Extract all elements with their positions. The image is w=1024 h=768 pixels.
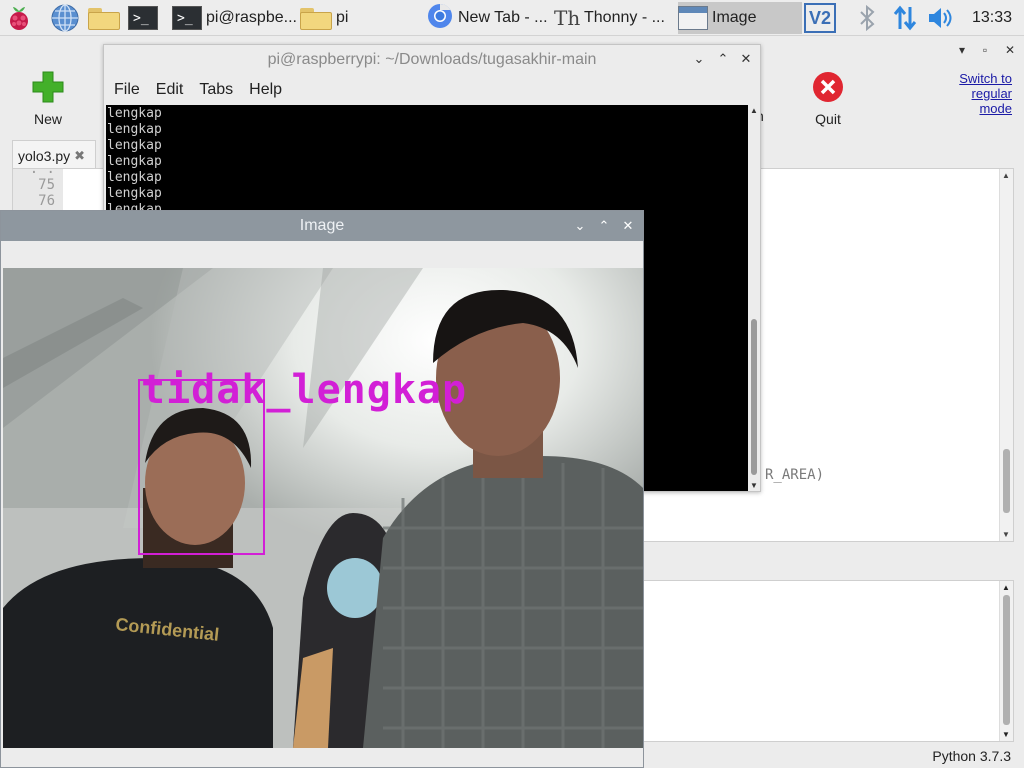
close-icon[interactable]: ✕ — [737, 51, 755, 67]
vnc-icon: V2 — [804, 3, 836, 33]
quit-label: Quit — [815, 111, 841, 127]
window-title: pi@raspberrypi: ~/Downloads/tugasakhir-m… — [267, 51, 597, 68]
terminal-launcher[interactable]: >_ — [128, 2, 158, 34]
interpreter-status[interactable]: Python 3.7.3 — [932, 748, 1011, 764]
task-browser[interactable]: New Tab - ... — [426, 2, 548, 34]
scroll-thumb[interactable] — [1003, 595, 1010, 725]
vnc-button[interactable]: V2 — [804, 2, 836, 34]
terminal-titlebar[interactable]: pi@raspberrypi: ~/Downloads/tugasakhir-m… — [104, 45, 760, 75]
task-folder[interactable]: pi — [300, 2, 422, 34]
quit-button[interactable]: Quit — [800, 70, 856, 130]
task-label: New Tab - ... — [458, 9, 548, 26]
image-titlebar[interactable]: Image ⌄ ⌃ ✕ — [1, 211, 643, 241]
file-manager-launcher[interactable] — [88, 2, 120, 34]
task-label: Thonny - ... — [584, 9, 665, 26]
switch-mode-link[interactable]: Switch to regular mode — [950, 71, 1012, 116]
window-title: Image — [299, 217, 345, 234]
terminal-line: lengkap — [107, 106, 162, 121]
thonny-window-controls: ▾ ▫ ✕ — [950, 40, 1024, 60]
tab-label: yolo3.py — [18, 147, 71, 164]
scroll-up-icon[interactable]: ▲ — [1002, 171, 1010, 180]
terminal-icon: >_ — [128, 6, 158, 30]
new-button[interactable]: New — [18, 70, 78, 130]
chromium-icon — [426, 2, 454, 34]
web-browser-launcher[interactable] — [50, 2, 80, 34]
task-label: pi@raspbe... — [206, 9, 297, 26]
plus-icon — [32, 71, 64, 103]
menu-help[interactable]: Help — [249, 81, 282, 99]
status-bar: Python 3.7.3 — [640, 744, 1024, 768]
camera-scene: Confidential — [3, 268, 643, 748]
file-manager-icon — [88, 6, 120, 30]
detection-label: tidak_lengkap — [141, 367, 468, 413]
shell-scrollbar[interactable]: ▲ ▼ — [999, 581, 1013, 741]
raspberry-menu-icon — [4, 3, 34, 33]
terminal-line: lengkap — [107, 170, 162, 185]
volume-button[interactable] — [926, 2, 956, 34]
task-thonny[interactable]: Th Thonny - ... — [554, 2, 674, 34]
chevron-up-icon[interactable]: ⌃ — [595, 218, 613, 234]
python-shell[interactable]: ▲ ▼ — [640, 580, 1014, 742]
terminal-line: lengkap — [107, 138, 162, 153]
close-icon[interactable]: ✕ — [619, 218, 637, 234]
close-icon[interactable]: ✖ — [74, 148, 85, 164]
taskbar: >_ >_ pi@raspbe... pi New Tab - ... Th T… — [0, 0, 1024, 36]
terminal-menubar: File Edit Tabs Help — [104, 75, 760, 105]
task-label: pi — [336, 9, 349, 26]
menu-edit[interactable]: Edit — [156, 81, 184, 99]
scroll-down-icon[interactable]: ▼ — [750, 481, 758, 490]
chevron-up-icon[interactable]: ⌃ — [714, 51, 732, 67]
task-terminal[interactable]: >_ pi@raspbe... — [172, 2, 298, 34]
code-fragment: R_AREA) — [765, 467, 825, 483]
quit-icon — [813, 72, 843, 102]
chevron-down-icon[interactable]: ⌄ — [690, 51, 708, 67]
menu-file[interactable]: File — [114, 81, 140, 99]
menu-tabs[interactable]: Tabs — [199, 81, 233, 99]
raspberry-menu-button[interactable] — [4, 2, 34, 34]
terminal-line: lengkap — [107, 122, 162, 137]
thonny-icon: Th — [554, 6, 581, 30]
web-browser-icon — [50, 3, 80, 33]
camera-frame: Confidential tidak_lengkap — [3, 268, 643, 748]
task-image[interactable]: Image — [678, 2, 802, 34]
task-label: Image — [712, 9, 757, 26]
image-window-icon — [678, 6, 708, 30]
network-button[interactable] — [890, 2, 920, 34]
image-window: Image ⌄ ⌃ ✕ Confidential tidak_lengkap — [0, 210, 644, 768]
clock[interactable]: 13:33 — [960, 0, 1024, 36]
line-number: 76 — [38, 193, 55, 209]
terminal-line: lengkap — [107, 154, 162, 169]
scroll-up-icon[interactable]: ▲ — [1002, 583, 1010, 592]
terminal-icon: >_ — [172, 6, 202, 30]
scroll-thumb[interactable] — [751, 319, 757, 475]
new-label: New — [33, 111, 62, 127]
chevron-down-icon[interactable]: ▾ — [959, 43, 965, 57]
network-icon — [890, 3, 920, 33]
chevron-down-icon[interactable]: ⌄ — [571, 218, 589, 234]
volume-icon — [926, 3, 956, 33]
folder-icon — [300, 6, 332, 30]
bluetooth-button[interactable] — [852, 2, 882, 34]
scroll-down-icon[interactable]: ▼ — [1002, 730, 1010, 739]
scroll-up-icon[interactable]: ▲ — [750, 106, 758, 115]
editor-scrollbar[interactable]: ▲ ▼ — [999, 169, 1013, 541]
close-icon[interactable]: ✕ — [1005, 43, 1015, 57]
terminal-scrollbar[interactable]: ▲ ▼ — [748, 105, 760, 491]
bluetooth-icon — [852, 3, 882, 33]
maximize-icon[interactable]: ▫ — [983, 43, 987, 57]
terminal-line: lengkap — [107, 186, 162, 201]
scroll-down-icon[interactable]: ▼ — [1002, 530, 1010, 539]
scroll-thumb[interactable] — [1003, 449, 1010, 513]
